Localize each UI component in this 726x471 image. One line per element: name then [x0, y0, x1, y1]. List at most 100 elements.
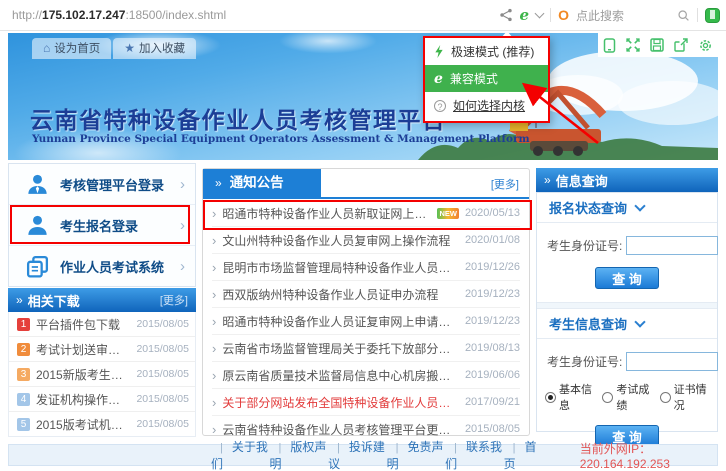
rank-badge: 1: [17, 318, 30, 331]
browser-search-input[interactable]: 点此搜索: [576, 7, 624, 24]
notice-label: 昆明市市场监督管理局特种设备作业人员复审流程...: [222, 259, 459, 276]
download-label: 平台插件包下载: [36, 316, 130, 333]
radio-basic-info[interactable]: 基本信息: [545, 381, 594, 413]
documents-icon: [25, 254, 50, 279]
radio-exam-score[interactable]: 考试成绩: [602, 381, 651, 413]
notice-date: 2019/12/23: [465, 315, 520, 327]
notices-title: 通知公告: [230, 175, 284, 190]
footer-link[interactable]: 投诉建议: [328, 438, 387, 471]
external-ip: 当前外网IP：220.164.192.253: [580, 440, 717, 471]
add-favorite-tab[interactable]: ★加入收藏: [113, 38, 196, 59]
download-label: 发证机构操作手册: [36, 391, 130, 408]
question-icon: ?: [434, 100, 446, 112]
status-query-button[interactable]: 查 询: [595, 267, 659, 289]
search-engine-logo[interactable]: O: [558, 7, 569, 23]
bullet-icon: ›: [212, 233, 216, 248]
info-id-input[interactable]: [626, 352, 718, 371]
notice-date: 2019/08/13: [465, 342, 520, 354]
notice-item[interactable]: › 昭通市特种设备作业人员新取证网上报名流程 NEW 2020/05/13: [212, 200, 520, 227]
radio-label: 基本信息: [559, 381, 594, 413]
download-item[interactable]: 5 2015版考试机构操... 2015/08/05: [9, 412, 195, 436]
footer-link[interactable]: 版权声明: [270, 438, 329, 471]
menu-item-kernel-help[interactable]: ? 如何选择内核: [425, 92, 548, 119]
candidate-info-title: 考生信息查询: [549, 314, 627, 333]
set-homepage-tab[interactable]: ⌂ 设为首页: [32, 38, 111, 59]
chevron-down-icon: [634, 200, 645, 211]
browser-logo-icon[interactable]: [705, 8, 720, 23]
bullet-icon: ›: [212, 368, 216, 383]
home-icon: ⌂: [43, 41, 50, 55]
login-label: 考核管理平台登录: [60, 175, 170, 194]
share-icon[interactable]: [499, 8, 513, 22]
site-title: 云南省特种设备作业人员考核管理平台: [30, 101, 447, 135]
gear-icon[interactable]: [698, 38, 713, 53]
ie-kernel-icon[interactable]: e: [520, 8, 530, 23]
url-text[interactable]: http://175.102.17.247:18500/index.shtml: [12, 8, 226, 22]
search-icon[interactable]: [677, 9, 690, 22]
notice-date: 2019/12/26: [465, 261, 520, 273]
login-link-admin-platform[interactable]: 考核管理平台登录 ›: [9, 164, 195, 205]
menu-item-speed-mode[interactable]: 极速模式 (推荐): [425, 38, 548, 65]
notice-item[interactable]: › 原云南省质量技术监督局信息中心机房搬迁公告 2019/06/06: [212, 362, 520, 389]
notice-label: 文山州特种设备作业人员复审网上操作流程: [222, 232, 459, 249]
radio-icon: [660, 392, 671, 403]
kernel-mode-menu: 极速模式 (推荐) e 兼容模式 ? 如何选择内核: [423, 36, 550, 123]
notice-label: 云南省市场监督管理局关于委托下放部分行政许可...: [222, 340, 459, 357]
downloads-list: 1 平台插件包下载 2015/08/05 2 考试计划送审、审核 ... 201…: [8, 312, 196, 437]
footer-link[interactable]: 联系我们: [445, 438, 504, 471]
footer-link[interactable]: 首页: [504, 438, 542, 471]
set-homepage-label: 设为首页: [54, 40, 100, 56]
chevron-right-icon: ›: [180, 176, 185, 193]
chevron-down-icon[interactable]: [535, 9, 545, 19]
phone-icon[interactable]: [603, 38, 616, 53]
save-icon[interactable]: [650, 38, 664, 52]
download-label: 2015新版考生操作...: [36, 366, 130, 383]
notice-date: 2020/05/13: [465, 207, 520, 219]
chevron-right-icon: ›: [180, 217, 185, 234]
menu-notch: [501, 31, 513, 38]
notice-date: 2017/09/21: [465, 396, 520, 408]
footer-link[interactable]: 免责声明: [387, 438, 446, 471]
download-date: 2015/08/05: [136, 343, 189, 355]
bullet-icon: ›: [212, 314, 216, 329]
notices-more-link[interactable]: [更多]: [491, 176, 519, 192]
signup-status-section-toggle[interactable]: 报名状态查询: [537, 193, 717, 223]
notice-item[interactable]: › 昆明市市场监督管理局特种设备作业人员复审流程... 2019/12/26: [212, 254, 520, 281]
download-item[interactable]: 1 平台插件包下载 2015/08/05: [9, 312, 195, 337]
download-item[interactable]: 3 2015新版考生操作... 2015/08/05: [9, 362, 195, 387]
footer-link[interactable]: 关于我们: [211, 438, 270, 471]
notices-tab[interactable]: »通知公告: [203, 169, 321, 197]
radio-certificate[interactable]: 证书情况: [660, 381, 709, 413]
query-panel: 报名状态查询 考生身份证号: 查 询 考生信息查询 考生身份证号: 基本信息 考…: [536, 192, 718, 432]
notice-date: 2019/12/23: [465, 288, 520, 300]
export-icon[interactable]: [674, 38, 688, 52]
user-icon: [25, 213, 50, 238]
notice-item[interactable]: › 西双版纳州特种设备作业人员证申办流程 2019/12/23: [212, 281, 520, 308]
status-id-input[interactable]: [626, 236, 718, 255]
id-number-label: 考生身份证号:: [547, 237, 622, 254]
download-item[interactable]: 4 发证机构操作手册 2015/08/05: [9, 387, 195, 412]
login-link-exam-system[interactable]: 作业人员考试系统 ›: [9, 246, 195, 286]
candidate-info-section-toggle[interactable]: 考生信息查询: [537, 309, 717, 339]
query-header: » 信息查询: [536, 168, 718, 192]
menu-item-compat-mode[interactable]: e 兼容模式: [425, 65, 548, 92]
notice-item[interactable]: › 文山州特种设备作业人员复审网上操作流程 2020/01/08: [212, 227, 520, 254]
menu-item-label: 如何选择内核: [453, 97, 525, 114]
notice-date: 2019/06/06: [465, 369, 520, 381]
notice-item[interactable]: › 关于部分网站发布全国特种设备作业人员不实信息... 2017/09/21: [212, 389, 520, 416]
notice-label: 昭通市特种设备作业人员证复审网上申请流程及相...: [222, 313, 459, 330]
page-toolbar: [598, 33, 718, 57]
login-link-candidate-signup[interactable]: 考生报名登录 ›: [9, 205, 195, 246]
chevron-right-icon: ›: [180, 258, 185, 275]
footer: 关于我们版权声明投诉建议免责声明联系我们首页 当前外网IP：220.164.19…: [8, 444, 718, 466]
fullscreen-icon[interactable]: [626, 38, 640, 52]
radio-label: 证书情况: [674, 381, 709, 413]
rank-badge: 3: [17, 368, 30, 381]
notice-item[interactable]: › 云南省市场监督管理局关于委托下放部分行政许可... 2019/08/13: [212, 335, 520, 362]
download-item[interactable]: 2 考试计划送审、审核 ... 2015/08/05: [9, 337, 195, 362]
notice-label: 西双版纳州特种设备作业人员证申办流程: [222, 286, 459, 303]
signup-status-title: 报名状态查询: [549, 198, 627, 217]
notice-item[interactable]: › 昭通市特种设备作业人员证复审网上申请流程及相... 2019/12/23: [212, 308, 520, 335]
info-type-radio-group: 基本信息 考试成绩 证书情况: [537, 371, 717, 413]
downloads-more-link[interactable]: [更多]: [160, 292, 188, 308]
